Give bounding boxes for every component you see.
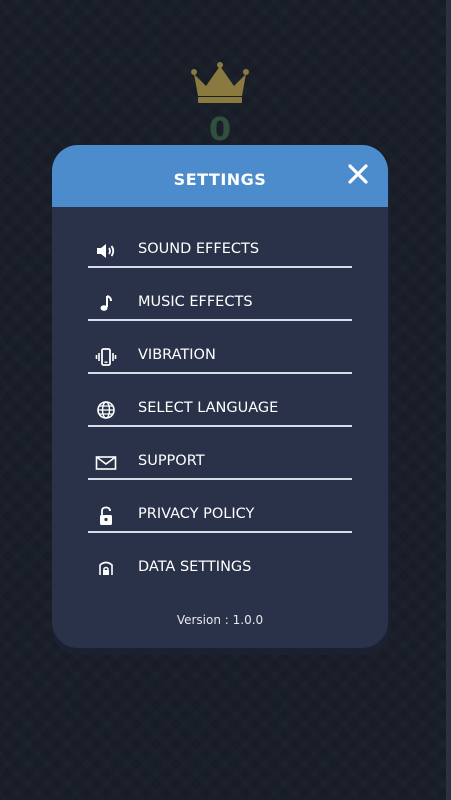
vibration-item[interactable]: VIBRATION: [88, 321, 352, 374]
lock-icon: [100, 506, 112, 525]
settings-dialog: SETTINGS SOUND EFFECTS MUSIC EFFECTS VIB…: [52, 145, 388, 648]
privacy-policy-label: PRIVACY POLICY: [138, 506, 255, 522]
globe-icon: [97, 401, 115, 419]
music-note-icon: [100, 295, 112, 311]
version-text: Version : 1.0.0: [176, 613, 264, 627]
score-value: 0: [208, 110, 232, 148]
music-effects-item[interactable]: MUSIC EFFECTS: [88, 268, 352, 321]
select-language-item[interactable]: SELECT LANGUAGE: [88, 374, 352, 427]
data-settings-item[interactable]: DATA SETTINGS: [88, 533, 352, 575]
data-settings-label: DATA SETTINGS: [138, 559, 252, 575]
scrollbar-strip: [446, 0, 451, 800]
envelope-icon: [95, 456, 117, 470]
vibration-icon: [95, 348, 117, 366]
dialog-title: SETTINGS: [173, 170, 267, 189]
music-effects-label: MUSIC EFFECTS: [138, 294, 253, 310]
speaker-icon: [97, 244, 115, 258]
close-icon[interactable]: [344, 160, 372, 188]
select-language-label: SELECT LANGUAGE: [138, 400, 279, 416]
vibration-label: VIBRATION: [138, 347, 216, 363]
support-label: SUPPORT: [138, 453, 205, 469]
data-lock-icon: [99, 561, 113, 575]
privacy-policy-item[interactable]: PRIVACY POLICY: [88, 480, 352, 533]
crown-icon: [191, 62, 249, 103]
sound-effects-label: SOUND EFFECTS: [138, 241, 260, 257]
sound-effects-item[interactable]: SOUND EFFECTS: [88, 215, 352, 268]
settings-menu: SOUND EFFECTS MUSIC EFFECTS VIBRATION SE…: [88, 215, 352, 575]
support-item[interactable]: SUPPORT: [88, 427, 352, 480]
